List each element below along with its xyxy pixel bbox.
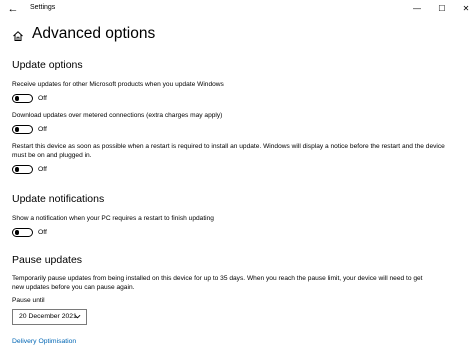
- setting-label-restart-asap: Restart this device as soon as possible …: [12, 143, 445, 159]
- page-title: Advanced options: [32, 25, 156, 42]
- chevron-down-icon: [74, 314, 81, 319]
- section-heading-update-options: Update options: [12, 59, 83, 71]
- section-heading-pause-updates: Pause updates: [12, 254, 83, 266]
- toggle-restart-asap[interactable]: [12, 165, 33, 174]
- setting-label-restart-notification: Show a notification when your PC require…: [12, 215, 214, 222]
- title-bar: ← Settings — ☐ ✕: [0, 0, 474, 18]
- delivery-optimisation-link[interactable]: Delivery Optimisation: [12, 338, 76, 345]
- maximize-button[interactable]: ☐: [435, 2, 449, 16]
- toggle-knob: [15, 96, 20, 101]
- toggle-other-products[interactable]: [12, 94, 33, 103]
- setting-label-other-products: Receive updates for other Microsoft prod…: [12, 81, 224, 88]
- toggle-restart-notification[interactable]: [12, 228, 33, 237]
- toggle-state-label: Off: [38, 166, 47, 173]
- toggle-state-label: Off: [38, 126, 47, 133]
- toggle-state-label: Off: [38, 229, 47, 236]
- pause-until-dropdown[interactable]: 20 December 2021: [12, 309, 87, 325]
- toggle-knob: [15, 167, 20, 172]
- toggle-knob: [15, 127, 20, 132]
- toggle-metered-connections[interactable]: [12, 125, 33, 134]
- toggle-state-label: Off: [38, 95, 47, 102]
- setting-label-metered-connections: Download updates over metered connection…: [12, 112, 223, 119]
- back-arrow-icon[interactable]: ←: [6, 2, 20, 16]
- home-icon: [13, 31, 23, 41]
- section-heading-update-notifications: Update notifications: [12, 193, 105, 205]
- pause-until-value: 20 December 2021: [19, 313, 77, 320]
- pause-updates-description: Temporarily pause updates from being ins…: [12, 275, 423, 291]
- close-button[interactable]: ✕: [459, 2, 473, 16]
- window-title: Settings: [30, 4, 56, 11]
- toggle-knob: [15, 230, 20, 235]
- minimize-button[interactable]: —: [410, 2, 424, 16]
- pause-until-label: Pause until: [12, 297, 45, 304]
